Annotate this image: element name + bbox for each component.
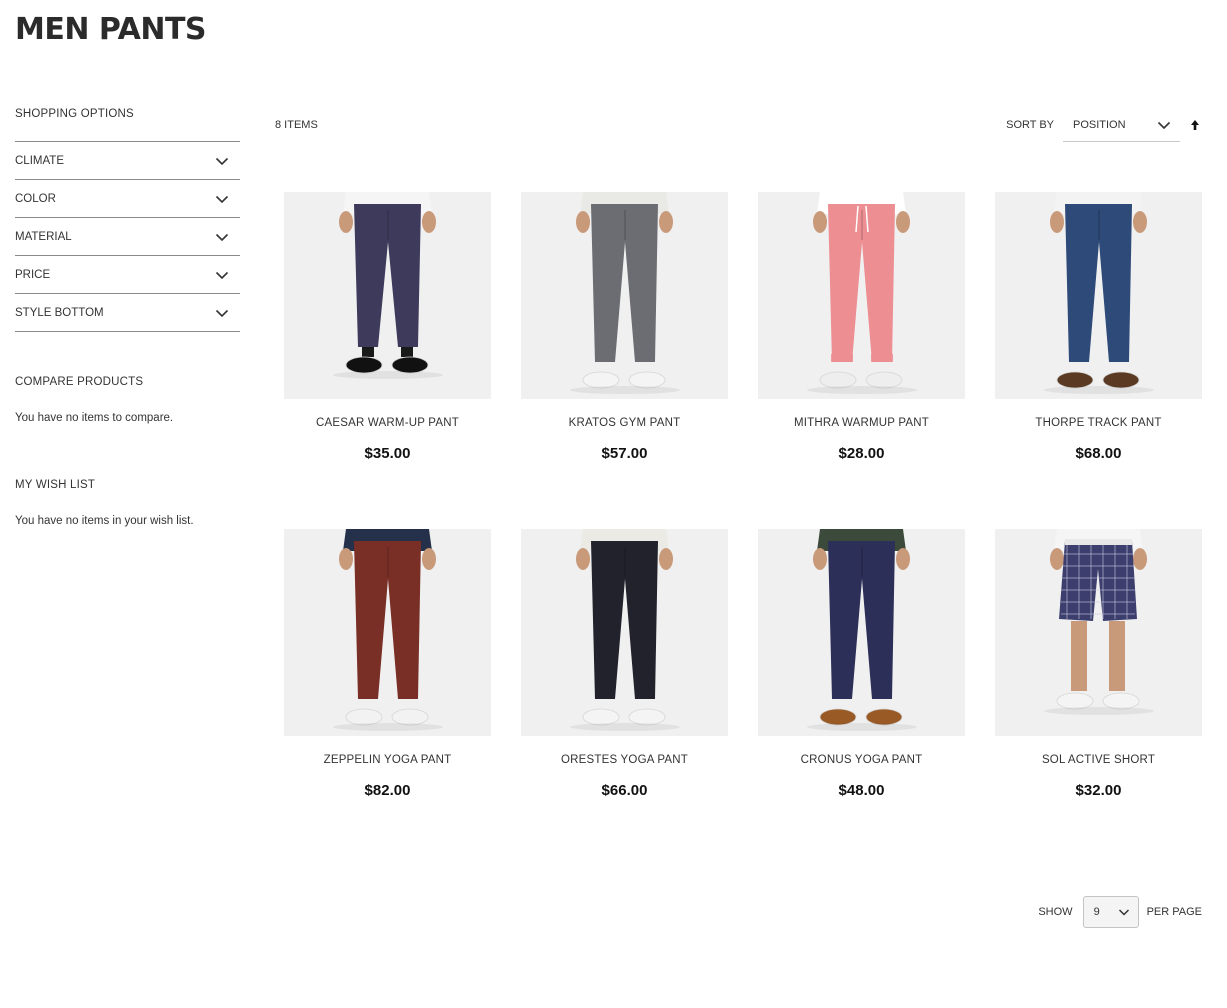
chevron-down-icon [215, 195, 229, 203]
wish-list-empty-message: You have no items in your wish list. [15, 515, 194, 527]
product-name[interactable]: SOL ACTIVE SHORT [995, 754, 1202, 766]
product-image[interactable] [758, 529, 965, 736]
filter-price[interactable]: PRICE [15, 256, 240, 294]
product-card[interactable]: THORPE TRACK PANT $68.00 [995, 192, 1202, 462]
product-card[interactable]: CRONUS YOGA PANT $48.00 [758, 529, 965, 799]
sort-by-value: POSITION [1073, 118, 1126, 131]
page-title: MEN PANTS [15, 12, 207, 47]
product-price: $66.00 [601, 782, 648, 799]
product-name[interactable]: ZEPPELIN YOGA PANT [284, 754, 491, 766]
product-image-illustration [807, 192, 917, 394]
chevron-down-icon [215, 157, 229, 165]
product-name[interactable]: KRATOS GYM PANT [521, 417, 728, 429]
compare-products-block: COMPARE PRODUCTS You have no items to co… [15, 376, 240, 424]
wish-list-block: MY WISH LIST You have no items in your w… [15, 479, 240, 527]
product-image-illustration [333, 192, 443, 379]
chevron-down-icon [215, 309, 229, 317]
product-name[interactable]: CAESAR WARM-UP PANT [284, 417, 491, 429]
product-image-illustration [570, 192, 680, 394]
filter-label: MATERIAL [15, 230, 72, 243]
compare-empty-message: You have no items to compare. [15, 412, 174, 424]
limiter: SHOW 9 PER PAGE [1038, 896, 1202, 928]
product-name[interactable]: CRONUS YOGA PANT [758, 754, 965, 766]
compare-products-title: COMPARE PRODUCTS [15, 376, 144, 388]
product-price: $82.00 [364, 782, 411, 799]
product-image-illustration [807, 529, 917, 731]
wish-list-title: MY WISH LIST [15, 479, 96, 491]
product-card[interactable]: ORESTES YOGA PANT $66.00 [521, 529, 728, 799]
per-page-label: PER PAGE [1146, 906, 1202, 918]
chevron-down-icon [215, 233, 229, 241]
per-page-select[interactable]: 9 [1082, 896, 1139, 928]
shopping-options-title: SHOPPING OPTIONS [15, 108, 240, 142]
show-label: SHOW [1038, 906, 1073, 918]
product-price: $28.00 [838, 445, 885, 462]
chevron-down-icon [215, 271, 229, 279]
product-image[interactable] [284, 529, 491, 736]
filter-style-bottom[interactable]: STYLE BOTTOM [15, 294, 240, 332]
sort-direction-arrow-up-icon[interactable] [1188, 118, 1202, 132]
product-image-illustration [570, 529, 680, 731]
product-price: $68.00 [1075, 445, 1122, 462]
product-image[interactable] [521, 529, 728, 736]
product-image-illustration [333, 529, 443, 731]
product-name[interactable]: THORPE TRACK PANT [995, 417, 1202, 429]
product-card[interactable]: SOL ACTIVE SHORT $32.00 [995, 529, 1202, 799]
product-image[interactable] [995, 529, 1202, 736]
product-image[interactable] [995, 192, 1202, 399]
product-card[interactable]: CAESAR WARM-UP PANT $35.00 [284, 192, 491, 462]
chevron-down-icon [1118, 909, 1129, 916]
filter-label: COLOR [15, 192, 56, 205]
sidebar: SHOPPING OPTIONS CLIMATE COLOR MATERIAL PRI… [15, 108, 240, 527]
product-card[interactable]: ZEPPELIN YOGA PANT $82.00 [284, 529, 491, 799]
product-image[interactable] [284, 192, 491, 399]
sorter: SORT BY POSITION [1006, 108, 1202, 142]
per-page-value: 9 [1093, 906, 1100, 918]
chevron-down-icon [1157, 121, 1171, 129]
sort-by-label: SORT BY [1006, 119, 1054, 131]
product-price: $57.00 [601, 445, 648, 462]
product-price: $35.00 [364, 445, 411, 462]
product-name[interactable]: ORESTES YOGA PANT [521, 754, 728, 766]
product-card[interactable]: KRATOS GYM PANT $57.00 [521, 192, 728, 462]
product-name[interactable]: MITHRA WARMUP PANT [758, 417, 965, 429]
product-image-illustration [1044, 529, 1154, 715]
filter-label: PRICE [15, 268, 51, 281]
filter-climate[interactable]: CLIMATE [15, 142, 240, 180]
filter-label: CLIMATE [15, 154, 64, 167]
product-image[interactable] [521, 192, 728, 399]
filter-label: STYLE BOTTOM [15, 306, 104, 319]
toolbar-item-count: 8 ITEMS [275, 119, 318, 131]
filter-color[interactable]: COLOR [15, 180, 240, 218]
filter-list: CLIMATE COLOR MATERIAL PRICE STYLE BOTTOM [15, 142, 240, 332]
product-price: $32.00 [1075, 782, 1122, 799]
filter-material[interactable]: MATERIAL [15, 218, 240, 256]
product-price: $48.00 [838, 782, 885, 799]
product-card[interactable]: MITHRA WARMUP PANT $28.00 [758, 192, 965, 462]
product-image-illustration [1044, 192, 1154, 394]
product-image[interactable] [758, 192, 965, 399]
sort-by-select[interactable]: POSITION [1063, 108, 1180, 142]
